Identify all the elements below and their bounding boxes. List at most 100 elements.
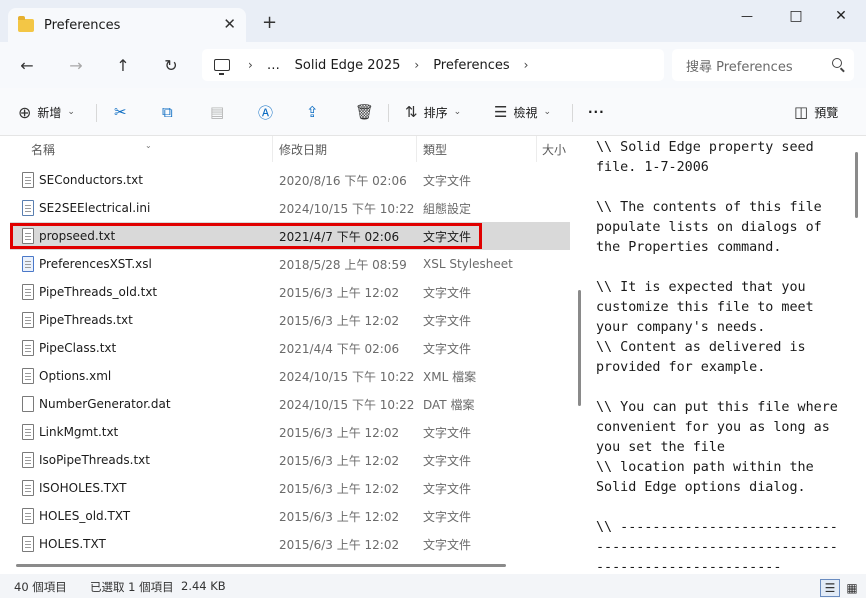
preview-text: \\ Solid Edge property seed file. 1-7-200… bbox=[596, 138, 848, 574]
selection-count: 已選取 1 個項目 bbox=[90, 580, 174, 594]
copy-icon: ⧉ bbox=[162, 103, 173, 121]
preview-line: you set the file bbox=[596, 440, 725, 455]
navigation-bar: ← → ↑ ↻ › … › Solid Edge 2025 › Preferen… bbox=[0, 42, 866, 88]
details-view-icon[interactable]: ☰ bbox=[820, 579, 840, 597]
xml-file-icon bbox=[22, 368, 34, 384]
preview-line: provided for example. bbox=[596, 360, 766, 375]
file-date: 2015/6/3 上午 12:02 bbox=[279, 453, 400, 468]
file-name: HOLES.TXT bbox=[39, 537, 106, 551]
preview-line: \\ Solid Edge property seed bbox=[596, 140, 814, 155]
maximize-button[interactable]: □ bbox=[781, 6, 811, 26]
file-date: 2021/4/4 下午 02:06 bbox=[279, 341, 400, 356]
preview-line bbox=[596, 258, 848, 278]
file-type: 文字文件 bbox=[423, 173, 472, 188]
selection-size: 2.44 KB bbox=[181, 579, 226, 593]
copy-button[interactable]: ⧉ bbox=[162, 102, 179, 122]
breadcrumb-preferences[interactable]: Preferences bbox=[433, 58, 509, 73]
sort-label: 排序 bbox=[423, 105, 448, 120]
file-type: XML 檔案 bbox=[423, 369, 477, 384]
more-options-button[interactable]: ··· bbox=[588, 102, 605, 122]
file-row[interactable]: IsoPipeThreads.txt 2015/6/3 上午 12:02 文字文件 bbox=[10, 446, 570, 474]
title-bar: Preferences ✕ + — □ ✕ bbox=[0, 0, 866, 42]
search-box[interactable]: 搜尋 Preferences bbox=[672, 49, 854, 81]
file-name: NumberGenerator.dat bbox=[39, 397, 171, 411]
file-row[interactable]: SEConductors.txt 2020/8/16 下午 02:06 文字文件 bbox=[10, 166, 570, 194]
column-divider[interactable] bbox=[536, 136, 537, 162]
file-date: 2015/6/3 上午 12:02 bbox=[279, 537, 400, 552]
selection-highlight-box bbox=[10, 223, 482, 249]
delete-button[interactable]: 🗑 bbox=[355, 102, 380, 122]
sort-button[interactable]: ⇅ 排序 ⌄ bbox=[405, 102, 461, 122]
preview-pane[interactable]: \\ Solid Edge property seed file. 1-7-200… bbox=[586, 136, 866, 574]
file-row[interactable]: SE2SEElectrical.ini 2024/10/15 下午 10:22 組態… bbox=[10, 194, 570, 222]
cut-button[interactable]: ✂ bbox=[114, 102, 133, 122]
file-row[interactable]: PreferencesXST.xsl 2018/5/28 上午 08:59 XSL … bbox=[10, 250, 570, 278]
back-button[interactable]: ← bbox=[14, 52, 40, 78]
view-icon: ☰ bbox=[494, 103, 508, 121]
file-row[interactable]: LinkMgmt.txt 2015/6/3 上午 12:02 文字文件 bbox=[10, 418, 570, 446]
horizontal-scrollbar[interactable] bbox=[16, 564, 506, 567]
close-window-button[interactable]: ✕ bbox=[826, 6, 856, 26]
up-button[interactable]: ↑ bbox=[110, 52, 136, 78]
refresh-button[interactable]: ↻ bbox=[158, 52, 184, 78]
file-list[interactable]: ⌄ 名稱 修改日期 類型 大小 SEConductors.txt 2020/8/1… bbox=[0, 136, 575, 574]
file-row[interactable]: NumberGenerator.dat 2024/10/15 下午 10:22 DA… bbox=[10, 390, 570, 418]
text-file-icon bbox=[22, 424, 34, 440]
address-bar[interactable]: › … › Solid Edge 2025 › Preferences › bbox=[202, 49, 664, 81]
column-divider[interactable] bbox=[416, 136, 417, 162]
text-file-icon bbox=[22, 340, 34, 356]
column-date[interactable]: 修改日期 bbox=[279, 141, 327, 158]
preview-scrollbar[interactable] bbox=[855, 152, 858, 218]
preview-line: your company's needs. bbox=[596, 320, 766, 335]
minimize-button[interactable]: — bbox=[732, 6, 762, 26]
file-row[interactable]: Options.xml 2024/10/15 下午 10:22 XML 檔案 bbox=[10, 362, 570, 390]
tiles-view-icon[interactable]: ▦ bbox=[842, 579, 862, 597]
file-row[interactable]: PipeThreads.txt 2015/6/3 上午 12:02 文字文件 bbox=[10, 306, 570, 334]
file-type: XSL Stylesheet bbox=[423, 257, 513, 271]
text-file-icon bbox=[22, 284, 34, 300]
file-date: 2015/6/3 上午 12:02 bbox=[279, 481, 400, 496]
share-button[interactable]: ⇪ bbox=[306, 102, 325, 122]
column-divider[interactable] bbox=[272, 136, 273, 162]
file-date: 2015/6/3 上午 12:02 bbox=[279, 425, 400, 440]
view-button[interactable]: ☰ 檢視 ⌄ bbox=[494, 102, 551, 122]
file-row[interactable]: PipeClass.txt 2021/4/4 下午 02:06 文字文件 bbox=[10, 334, 570, 362]
file-row[interactable]: HOLES_old.TXT 2015/6/3 上午 12:02 文字文件 bbox=[10, 502, 570, 530]
file-type: 文字文件 bbox=[423, 425, 472, 440]
breadcrumb-separator[interactable]: › bbox=[524, 58, 529, 72]
tab-preferences[interactable]: Preferences ✕ bbox=[8, 8, 246, 42]
file-row[interactable]: HOLES.TXT 2015/6/3 上午 12:02 文字文件 bbox=[10, 530, 570, 558]
preview-line: \\ The contents of this file bbox=[596, 200, 822, 215]
close-tab-icon[interactable]: ✕ bbox=[223, 16, 236, 32]
forward-button[interactable]: → bbox=[63, 52, 89, 78]
vertical-scrollbar[interactable] bbox=[578, 290, 581, 406]
file-row[interactable]: ISOHOLES.TXT 2015/6/3 上午 12:02 文字文件 bbox=[10, 474, 570, 502]
divider bbox=[388, 104, 389, 122]
column-name[interactable]: 名稱 bbox=[31, 141, 55, 158]
file-name: Options.xml bbox=[39, 369, 112, 383]
breadcrumb-overflow[interactable]: … bbox=[267, 58, 280, 73]
file-type: 文字文件 bbox=[423, 509, 472, 524]
file-name: SEConductors.txt bbox=[39, 173, 143, 187]
plus-icon: ⊕ bbox=[18, 102, 32, 122]
file-type: 文字文件 bbox=[423, 537, 472, 552]
preview-pane-button[interactable]: ◫ 預覽 bbox=[794, 102, 838, 122]
rename-button[interactable]: Ⓐ bbox=[258, 102, 279, 122]
new-tab-button[interactable]: + bbox=[262, 12, 277, 33]
search-icon[interactable] bbox=[832, 58, 842, 68]
xsl-file-icon bbox=[22, 256, 34, 272]
file-name: PipeThreads.txt bbox=[39, 313, 133, 327]
file-name: IsoPipeThreads.txt bbox=[39, 453, 150, 467]
file-date: 2018/5/28 上午 08:59 bbox=[279, 257, 407, 272]
column-type[interactable]: 類型 bbox=[423, 141, 447, 158]
tab-title: Preferences bbox=[44, 17, 121, 33]
column-size[interactable]: 大小 bbox=[542, 141, 566, 158]
paste-button[interactable]: ▤ bbox=[210, 102, 230, 122]
breadcrumb-solid-edge[interactable]: Solid Edge 2025 bbox=[295, 58, 401, 73]
preview-line: the Properties command. bbox=[596, 240, 782, 255]
file-row[interactable]: PipeThreads_old.txt 2015/6/3 上午 12:02 文字文件 bbox=[10, 278, 570, 306]
preview-line: \\ --------------------------- bbox=[596, 520, 838, 535]
new-button[interactable]: ⊕ 新增 ⌄ bbox=[18, 102, 75, 122]
preview-line: ------------------------------ bbox=[596, 540, 838, 555]
preview-line: populate lists on dialogs of bbox=[596, 220, 822, 235]
